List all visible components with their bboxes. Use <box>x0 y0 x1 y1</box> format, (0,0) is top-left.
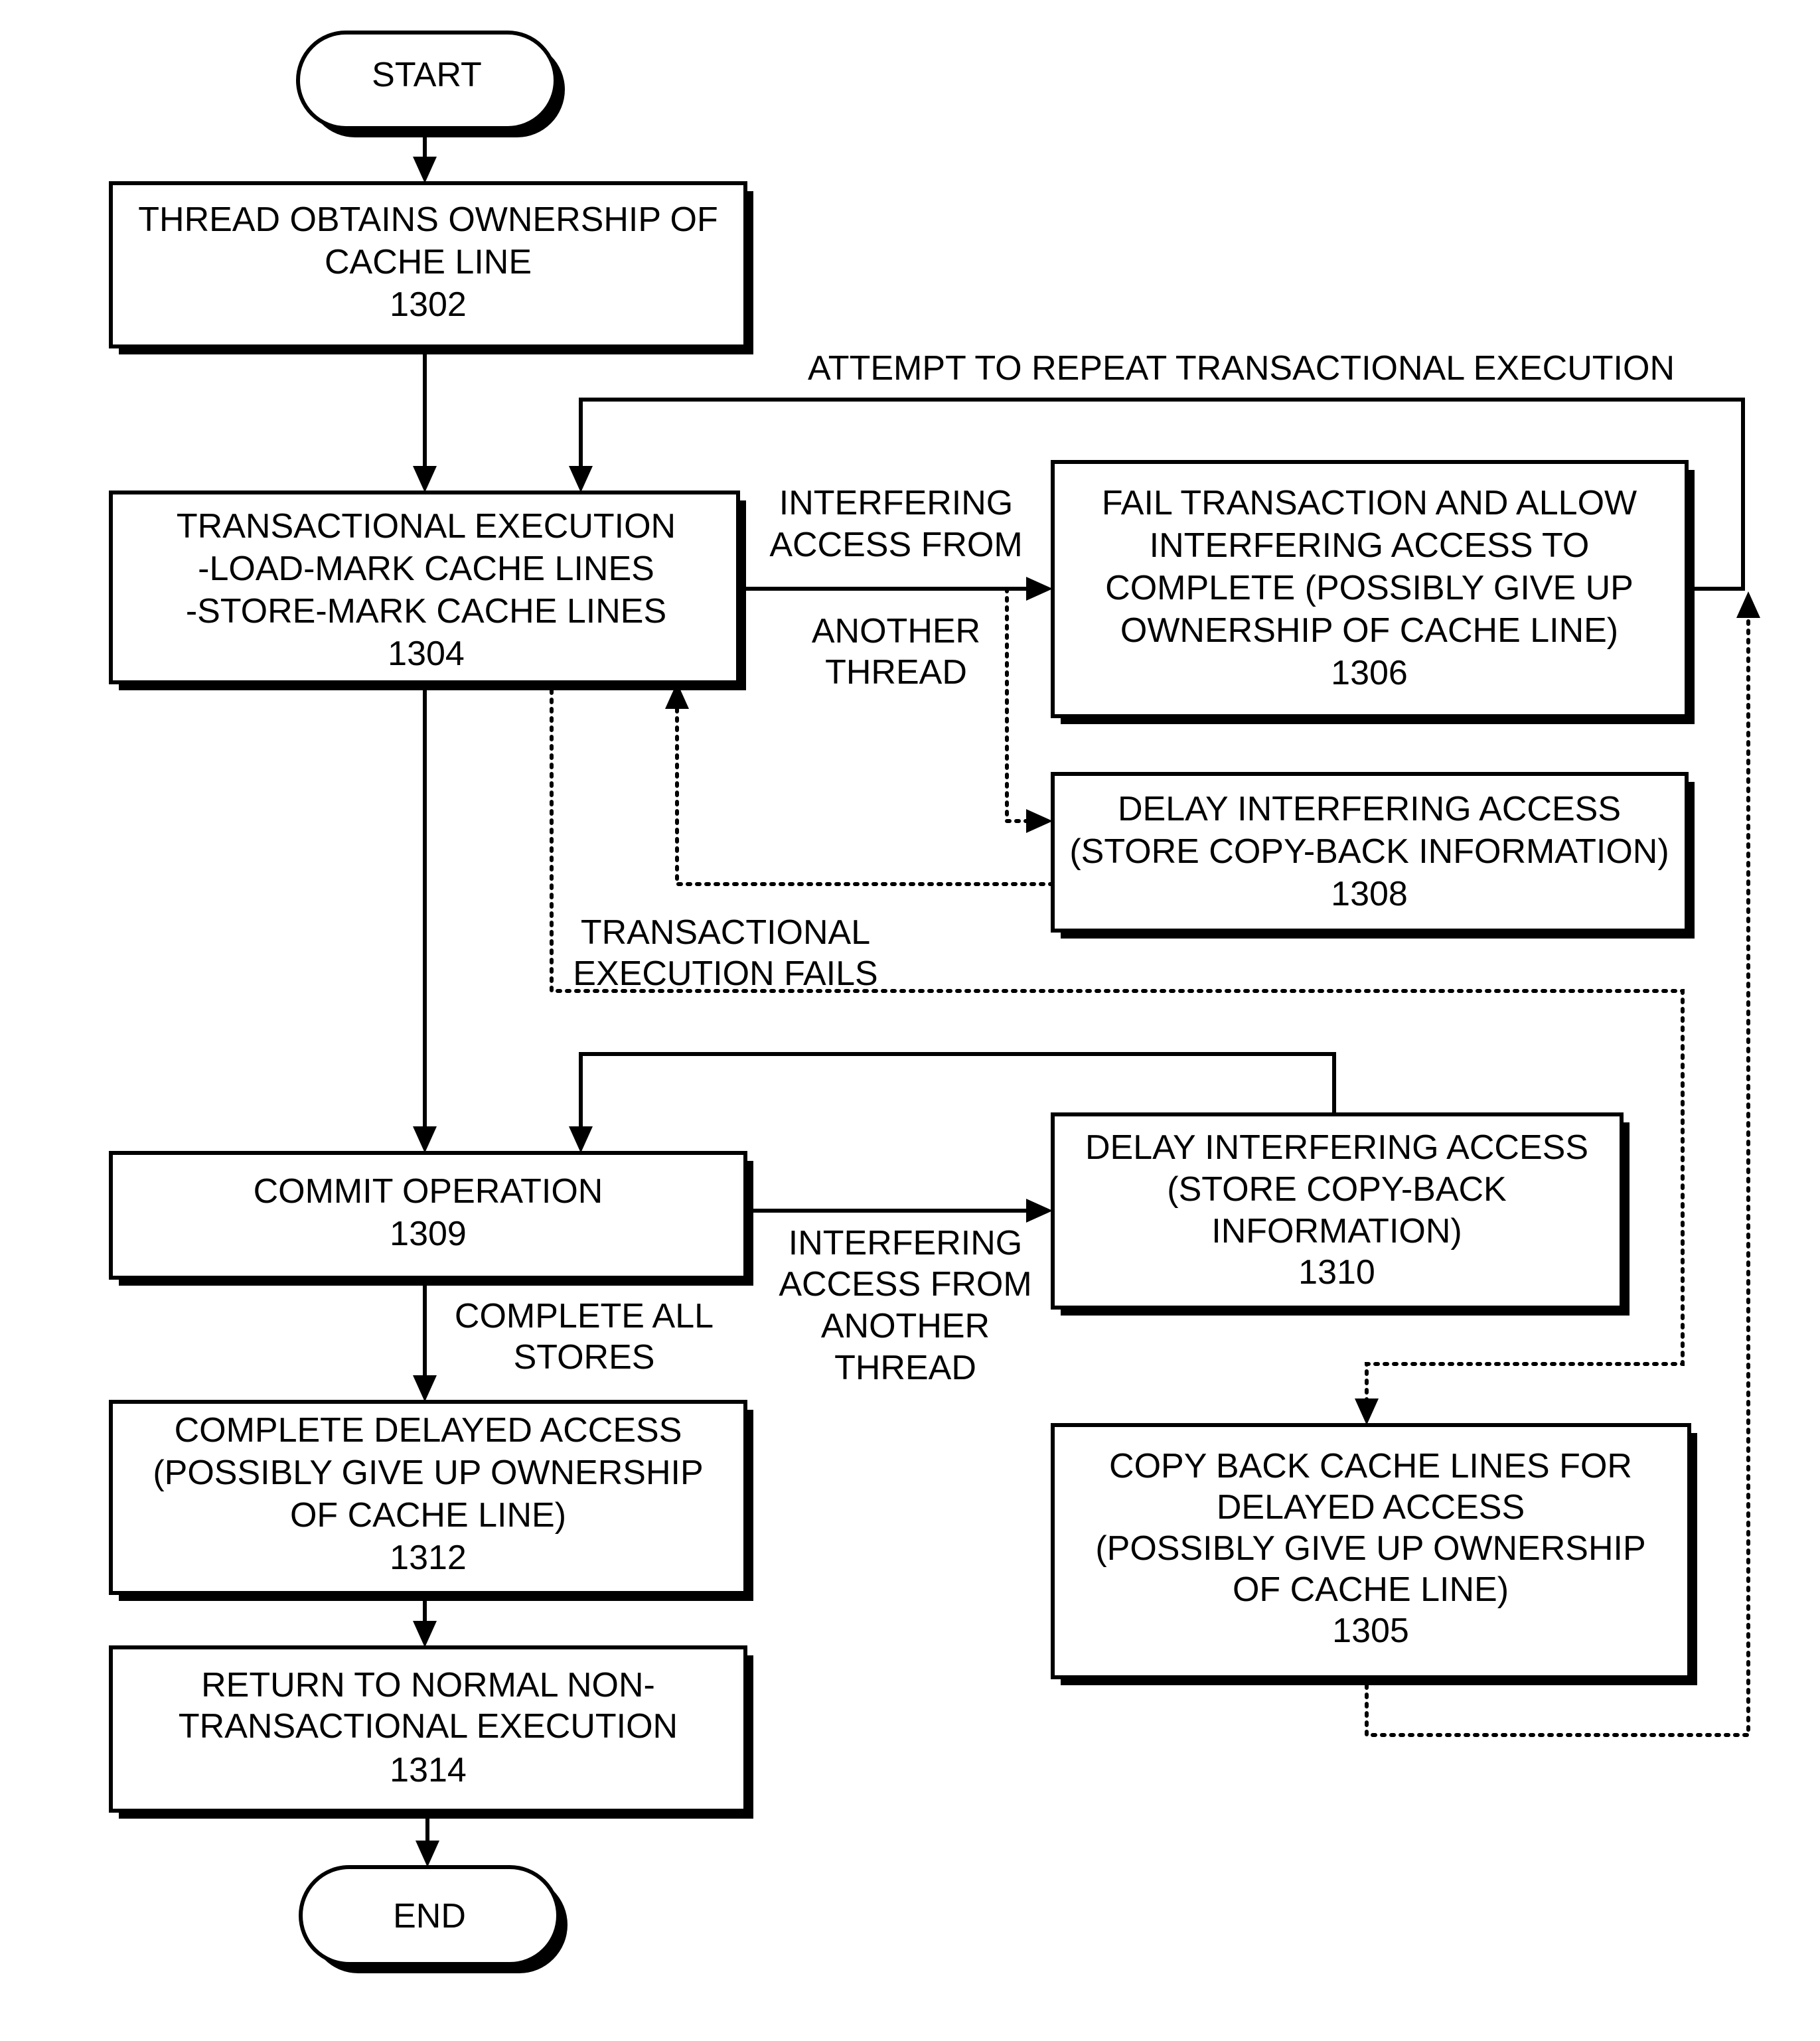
end-terminal: END <box>299 1865 568 1973</box>
label-commit-interfering-line-4: THREAD <box>834 1349 976 1387</box>
arrowhead-icon <box>569 466 593 492</box>
step-1310-line-2: (STORE COPY-BACK <box>1167 1170 1507 1209</box>
step-1306-line-4: OWNERSHIP OF CACHE LINE) <box>1120 611 1618 650</box>
step-1310-number: 1310 <box>1298 1253 1375 1292</box>
step-1308-line-1: DELAY INTERFERING ACCESS <box>1118 790 1621 828</box>
step-1302-line-2: CACHE LINE <box>325 243 532 281</box>
label-repeat: ATTEMPT TO REPEAT TRANSACTIONAL EXECUTIO… <box>808 349 1675 388</box>
label-another-line-1: ANOTHER <box>812 612 980 650</box>
step-1306-number: 1306 <box>1331 654 1408 692</box>
step-1312-line-2: (POSSIBLY GIVE UP OWNERSHIP <box>153 1454 703 1492</box>
connector-1309-to-1310 <box>753 1199 1053 1223</box>
arrowhead-icon <box>1026 577 1053 601</box>
label-tx-fails-line-2: EXECUTION FAILS <box>573 954 877 993</box>
step-1312: COMPLETE DELAYED ACCESS (POSSIBLY GIVE U… <box>109 1400 753 1601</box>
step-1302-number: 1302 <box>390 285 467 324</box>
connector-1312-to-1314 <box>413 1601 437 1647</box>
step-1304-number: 1304 <box>388 635 465 673</box>
start-terminal: START <box>296 31 565 137</box>
arrowhead-icon <box>1026 1199 1053 1223</box>
end-label: END <box>393 1897 466 1935</box>
label-another-line-2: THREAD <box>825 653 967 692</box>
step-1314: RETURN TO NORMAL NON- TRANSACTIONAL EXEC… <box>109 1645 753 1819</box>
label-commit-interfering-line-1: INTERFERING <box>789 1224 1022 1262</box>
flowchart: START THREAD OBTAINS OWNERSHIP OF CACHE … <box>109 31 1760 1973</box>
arrowhead-icon <box>1355 1398 1379 1425</box>
step-1304-line-3: -STORE-MARK CACHE LINES <box>186 592 666 631</box>
step-1304-line-1: TRANSACTIONAL EXECUTION <box>177 507 676 546</box>
arrowhead-icon <box>413 1375 437 1402</box>
step-1305-line-2: DELAYED ACCESS <box>1217 1488 1525 1527</box>
step-1309: COMMIT OPERATION 1309 <box>109 1151 753 1286</box>
arrowhead-icon <box>413 1621 437 1647</box>
step-1309-number: 1309 <box>390 1215 467 1253</box>
step-1312-line-1: COMPLETE DELAYED ACCESS <box>175 1411 682 1450</box>
step-1304: TRANSACTIONAL EXECUTION -LOAD-MARK CACHE… <box>109 491 746 690</box>
step-1305: COPY BACK CACHE LINES FOR DELAYED ACCESS… <box>1051 1423 1697 1685</box>
arrowhead-icon <box>569 1126 593 1153</box>
connector-branch-to-1308 <box>1005 587 1053 833</box>
step-1312-number: 1312 <box>390 1539 467 1577</box>
connector-1302-to-1304 <box>413 354 437 492</box>
step-1302: THREAD OBTAINS OWNERSHIP OF CACHE LINE 1… <box>109 181 753 354</box>
step-1302-line-1: THREAD OBTAINS OWNERSHIP OF <box>138 200 718 239</box>
step-1308: DELAY INTERFERING ACCESS (STORE COPY-BAC… <box>1051 772 1695 939</box>
arrowhead-icon <box>413 466 437 492</box>
label-commit-interfering-line-2: ACCESS FROM <box>779 1265 1031 1304</box>
arrowhead-icon <box>416 1841 439 1867</box>
step-1309-line-1: COMMIT OPERATION <box>254 1172 603 1211</box>
label-interfering-line-1: INTERFERING <box>779 484 1013 522</box>
step-1310-line-1: DELAY INTERFERING ACCESS <box>1085 1128 1588 1167</box>
step-1305-line-1: COPY BACK CACHE LINES FOR <box>1109 1447 1632 1485</box>
label-commit-interfering-line-3: ANOTHER <box>821 1307 990 1345</box>
step-1308-number: 1308 <box>1331 875 1408 913</box>
arrowhead-icon <box>413 1126 437 1153</box>
step-1312-line-3: OF CACHE LINE) <box>290 1496 566 1535</box>
step-1305-line-3: (POSSIBLY GIVE UP OWNERSHIP <box>1095 1529 1645 1568</box>
start-label: START <box>372 56 482 94</box>
connector-1304-to-1309 <box>413 690 437 1153</box>
step-1314-line-1: RETURN TO NORMAL NON- <box>201 1666 655 1704</box>
connector-1308-to-1304 <box>665 682 1055 886</box>
arrowhead-icon <box>413 157 437 183</box>
label-tx-fails-line-1: TRANSACTIONAL <box>581 913 870 952</box>
connector-1309-to-1312 <box>413 1286 437 1402</box>
step-1305-number: 1305 <box>1332 1612 1409 1650</box>
label-interfering-line-2: ACCESS FROM <box>769 526 1022 564</box>
label-complete-stores-line-2: STORES <box>514 1338 655 1377</box>
step-1310-line-3: INFORMATION) <box>1211 1212 1462 1250</box>
arrowhead-icon <box>1026 809 1053 833</box>
step-1308-line-2: (STORE COPY-BACK INFORMATION) <box>1069 832 1669 871</box>
arrowhead-icon <box>1736 591 1760 618</box>
label-complete-stores-line-1: COMPLETE ALL <box>455 1297 714 1335</box>
step-1306: FAIL TRANSACTION AND ALLOW INTERFERING A… <box>1051 460 1695 724</box>
step-1314-number: 1314 <box>390 1751 467 1789</box>
step-1310: DELAY INTERFERING ACCESS (STORE COPY-BAC… <box>1051 1112 1630 1316</box>
step-1306-line-2: INTERFERING ACCESS TO <box>1150 526 1590 565</box>
step-1306-line-1: FAIL TRANSACTION AND ALLOW <box>1102 484 1637 522</box>
step-1314-line-2: TRANSACTIONAL EXECUTION <box>179 1707 678 1746</box>
step-1305-line-4: OF CACHE LINE) <box>1233 1570 1509 1609</box>
step-1306-line-3: COMPLETE (POSSIBLY GIVE UP <box>1105 569 1633 607</box>
connector-1314-to-end <box>416 1819 439 1867</box>
step-1304-line-2: -LOAD-MARK CACHE LINES <box>198 550 654 588</box>
